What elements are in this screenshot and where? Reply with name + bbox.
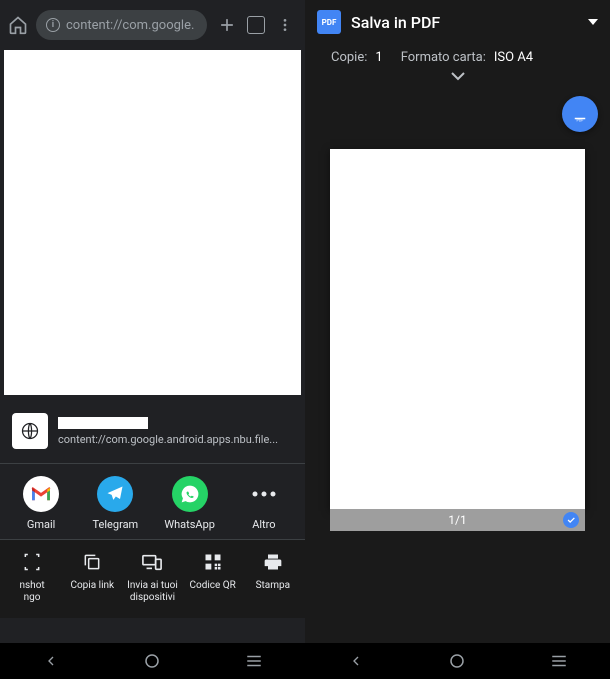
save-pdf-fab[interactable]: PDF (562, 96, 598, 132)
action-qr-code[interactable]: Codice QR (183, 550, 243, 604)
home-icon[interactable] (8, 15, 28, 35)
copies-value[interactable]: 1 (375, 50, 382, 65)
new-tab-icon[interactable] (215, 13, 239, 37)
share-thumbnail (12, 413, 48, 449)
browser-toolbar: i content://com.google. (0, 0, 305, 50)
screenshot-icon (20, 550, 44, 574)
share-info: content://com.google.android.apps.nbu.fi… (58, 417, 293, 446)
page-selected-check-icon[interactable] (563, 512, 579, 528)
url-bar[interactable]: i content://com.google. (36, 10, 207, 40)
page-indicator-bar: 1/1 (330, 509, 585, 531)
page-preview[interactable] (330, 149, 585, 509)
action-label: Stampa (256, 580, 290, 592)
share-app-telegram[interactable]: Telegram (84, 476, 146, 531)
share-apps-row: Gmail Telegram WhatsApp Altro (0, 468, 305, 539)
nav-recent[interactable] (547, 649, 571, 673)
share-app-gmail[interactable]: Gmail (10, 476, 72, 531)
share-app-more[interactable]: Altro (233, 476, 295, 531)
page-indicator: 1/1 (448, 513, 466, 527)
nav-home[interactable] (140, 649, 164, 673)
action-label: Invia ai tuoidispositivi (127, 580, 178, 604)
info-icon: i (46, 18, 60, 32)
qr-icon (201, 550, 225, 574)
telegram-icon (97, 476, 133, 512)
share-app-whatsapp[interactable]: WhatsApp (159, 476, 221, 531)
share-actions-row: nshotngo Copia link Invia ai tuoidisposi… (0, 539, 305, 618)
pdf-badge-icon: PDF (317, 10, 341, 34)
url-text: content://com.google. (66, 18, 194, 33)
app-label: WhatsApp (164, 518, 215, 531)
nav-recent[interactable] (242, 649, 266, 673)
paper-label: Formato carta:ISO A4 (401, 50, 533, 65)
tabs-icon[interactable] (247, 16, 265, 34)
gmail-icon (23, 476, 59, 512)
action-screenshot[interactable]: nshotngo (2, 550, 62, 604)
dropdown-caret-icon[interactable] (588, 19, 598, 25)
android-navbar (0, 643, 305, 679)
action-send-devices[interactable]: Invia ai tuoidispositivi (122, 550, 182, 604)
share-url: content://com.google.android.apps.nbu.fi… (58, 433, 293, 446)
paper-value[interactable]: ISO A4 (494, 50, 533, 65)
action-print[interactable]: Stampa (243, 550, 303, 604)
pdf-print-panel: PDF Salva in PDF Copie:1 Formato carta:I… (305, 0, 610, 679)
divider (0, 463, 305, 464)
pdf-header[interactable]: PDF Salva in PDF (305, 0, 610, 44)
nav-back[interactable] (39, 649, 63, 673)
preview-area: 1/1 (305, 89, 610, 643)
devices-icon (140, 550, 164, 574)
pdf-settings-row: Copie:1 Formato carta:ISO A4 (305, 44, 610, 69)
pdf-destination-title: Salva in PDF (351, 13, 578, 32)
nav-home[interactable] (445, 649, 469, 673)
app-label: Altro (252, 518, 275, 531)
menu-icon[interactable] (273, 13, 297, 37)
app-label: Telegram (93, 518, 139, 531)
svg-text:PDF: PDF (577, 119, 584, 123)
nav-back[interactable] (344, 649, 368, 673)
copies-label: Copie:1 (331, 50, 383, 65)
print-icon (261, 550, 285, 574)
share-title-redacted (58, 417, 148, 429)
copy-icon (80, 550, 104, 574)
action-label: nshotngo (20, 580, 45, 604)
app-label: Gmail (27, 518, 55, 531)
action-copy-link[interactable]: Copia link (62, 550, 122, 604)
share-header: content://com.google.android.apps.nbu.fi… (0, 403, 305, 459)
android-navbar (305, 643, 610, 679)
action-label: Codice QR (189, 580, 235, 592)
expand-toggle[interactable] (305, 69, 610, 89)
page-content (4, 50, 301, 395)
whatsapp-icon (172, 476, 208, 512)
more-icon (246, 476, 282, 512)
browser-share-panel: i content://com.google. content://com.go… (0, 0, 305, 679)
action-label: Copia link (70, 580, 114, 592)
